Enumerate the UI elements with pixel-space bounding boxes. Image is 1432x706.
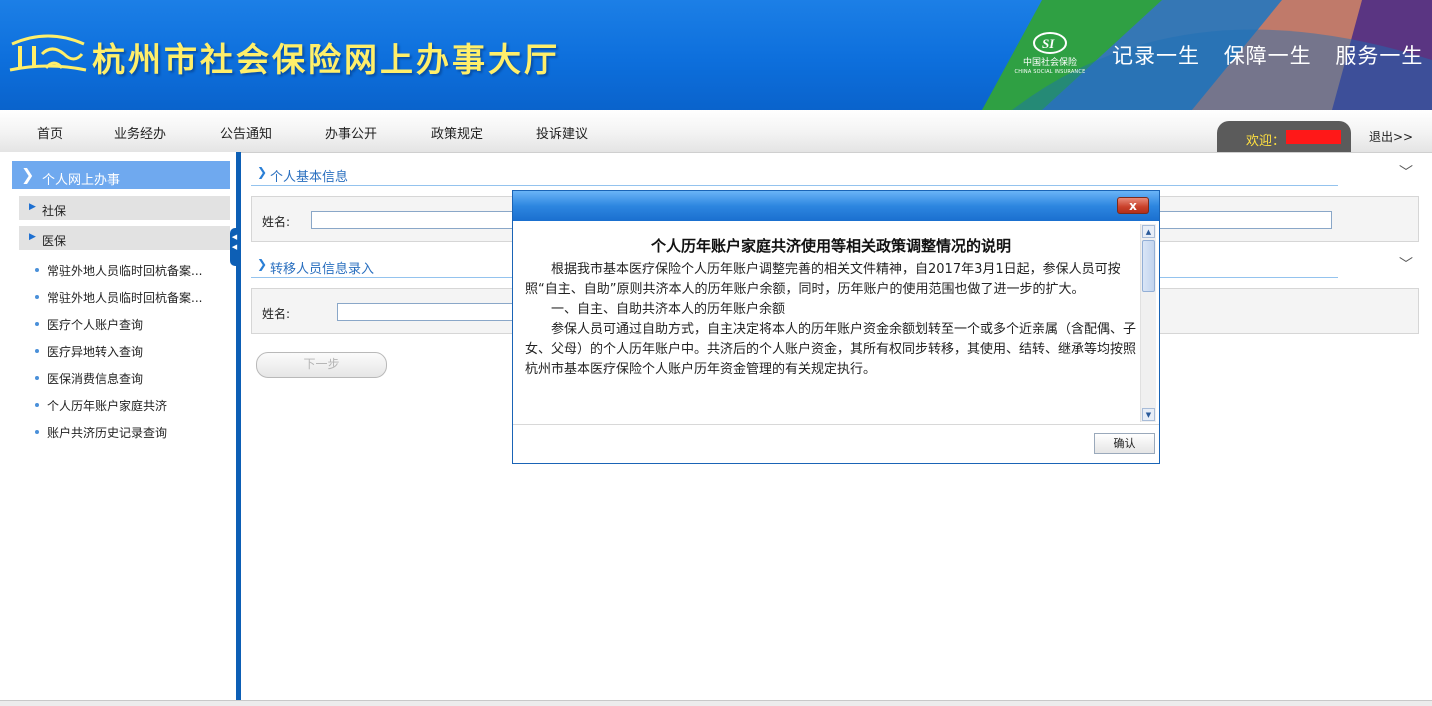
section-basic-info-header[interactable]: ❯ 个人基本信息 ﹀: [251, 162, 1419, 186]
slogan-2: 保障一生: [1223, 44, 1312, 68]
page-bottom-border: [0, 700, 1432, 706]
logout-link[interactable]: 退出>>: [1369, 128, 1413, 145]
collapse-chevron-icon[interactable]: ﹀: [1399, 254, 1413, 274]
sidebar-header-label: 个人网上办事: [42, 173, 121, 188]
sidebar-link-temp-return-2[interactable]: 常驻外地人员临时回杭备案...: [34, 289, 202, 306]
welcome-label: 欢迎：: [1246, 134, 1286, 149]
sidebar-category-label: 医保: [42, 234, 67, 248]
nav-business[interactable]: 业务经办: [114, 123, 166, 142]
si-logo-text: 中国社会保险: [1022, 58, 1077, 68]
dialog-scrollbar[interactable]: ▲ ▼: [1140, 224, 1156, 422]
site-title: 杭州市社会保险网上办事大厅: [92, 40, 560, 79]
chevron-right-icon: ❯: [257, 257, 268, 271]
dialog-document-title: 个人历年账户家庭共济使用等相关政策调整情况的说明: [650, 237, 1011, 255]
si-logo: SI 中国社会保险 CHINA SOCIAL INSURANCE: [1012, 32, 1088, 76]
sidebar: ❯ 个人网上办事 ▶ 社保 ▶ 医保 常驻外地人员临时回杭备案... 常驻外地人…: [0, 152, 236, 700]
section-title: 转移人员信息录入: [270, 262, 375, 277]
name-label: 姓名:: [262, 215, 291, 229]
sidebar-header[interactable]: ❯ 个人网上办事: [12, 161, 230, 189]
sidebar-category-medical[interactable]: ▶ 医保: [19, 226, 230, 250]
site-banner: 杭州市社会保险网上办事大厅 SI 中国社会保险 CHINA SOCIAL INS…: [0, 0, 1432, 110]
triangle-right-icon: ▶: [29, 232, 36, 242]
dialog-paragraph: 参保人员可通过自助方式，自主决定将本人的历年账户资金余额划转至一个或多个近亲属（…: [525, 322, 1137, 377]
next-step-button[interactable]: 下一步: [256, 352, 387, 378]
welcome-tab: 欢迎：: [1217, 121, 1351, 152]
policy-notice-dialog: x 个人历年账户家庭共济使用等相关政策调整情况的说明 根据我市基本医疗保险个人历…: [512, 190, 1160, 464]
scroll-down-arrow-icon[interactable]: ▼: [1142, 408, 1155, 421]
sidebar-link-temp-return-1[interactable]: 常驻外地人员临时回杭备案...: [34, 262, 202, 279]
triangle-right-icon: ▶: [29, 202, 36, 212]
si-emblem-icon: SI: [1033, 32, 1067, 54]
sidebar-collapse-handle[interactable]: ◀ ◀: [230, 228, 239, 266]
transfer-name-label: 姓名:: [262, 307, 291, 321]
dialog-footer-divider: [513, 424, 1159, 425]
si-logo-subtext: CHINA SOCIAL INSURANCE: [1014, 69, 1086, 75]
collapse-chevron-icon[interactable]: ﹀: [1399, 162, 1413, 182]
dialog-titlebar[interactable]: x: [513, 191, 1159, 221]
slogan-1: 记录一生: [1112, 44, 1200, 68]
confirm-button[interactable]: 确认: [1094, 433, 1155, 454]
close-button[interactable]: x: [1117, 197, 1149, 214]
dialog-paragraph: 根据我市基本医疗保险个人历年账户调整完善的相关文件精神，自2017年3月1日起，…: [525, 262, 1121, 297]
nav-home[interactable]: 首页: [37, 123, 63, 142]
close-icon: x: [1129, 199, 1137, 213]
scroll-up-arrow-icon[interactable]: ▲: [1142, 225, 1155, 238]
section-title: 个人基本信息: [270, 170, 349, 185]
sidebar-link-sharing-history[interactable]: 账户共济历史记录查询: [34, 424, 167, 441]
nav-public-affairs[interactable]: 办事公开: [325, 123, 377, 142]
sidebar-category-label: 社保: [42, 204, 67, 218]
sidebar-link-family-sharing[interactable]: 个人历年账户家庭共济: [34, 397, 167, 414]
chevron-right-icon: ❯: [21, 165, 35, 184]
nav-notices[interactable]: 公告通知: [220, 123, 272, 142]
transfer-name-field[interactable]: [337, 303, 517, 321]
scroll-thumb[interactable]: [1142, 240, 1155, 292]
sidebar-link-account-query[interactable]: 医疗个人账户查询: [34, 316, 143, 333]
sidebar-link-consumption-query[interactable]: 医保消费信息查询: [34, 370, 143, 387]
dialog-content: 个人历年账户家庭共济使用等相关政策调整情况的说明 根据我市基本医疗保险个人历年账…: [525, 235, 1137, 423]
slogan-3: 服务一生: [1335, 44, 1424, 68]
dialog-paragraph: 一、自主、自助共济本人的历年账户余额: [551, 302, 786, 317]
hangzhou-logo-icon: [9, 34, 87, 72]
chevron-right-icon: ❯: [257, 165, 268, 179]
sidebar-category-social[interactable]: ▶ 社保: [19, 196, 230, 220]
slogan: 记录一生 保障一生 服务一生: [1112, 40, 1432, 70]
nav-complaints[interactable]: 投诉建议: [536, 123, 588, 142]
nav-policy[interactable]: 政策规定: [431, 123, 483, 142]
main-nav: 首页 业务经办 公告通知 办事公开 政策规定 投诉建议 欢迎： 退出>>: [0, 110, 1432, 153]
sidebar-link-transfer-in-query[interactable]: 医疗异地转入查询: [34, 343, 143, 360]
redacted-username: [1286, 130, 1341, 144]
svg-text:SI: SI: [1042, 36, 1055, 51]
section-underline: [251, 185, 1338, 186]
